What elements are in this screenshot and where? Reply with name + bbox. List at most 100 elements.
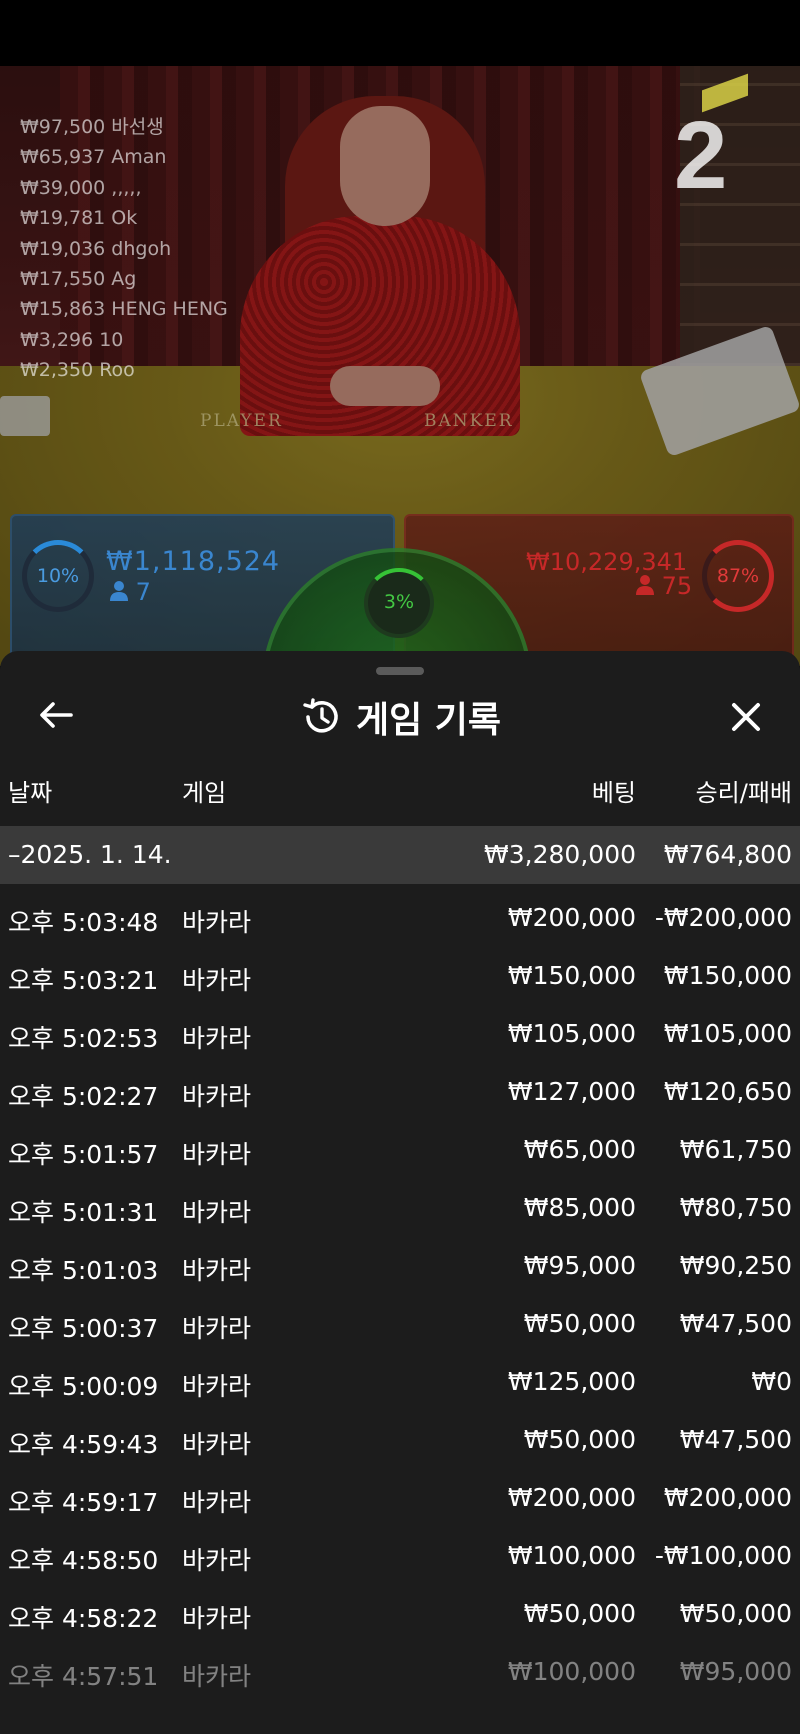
row-bet: ₩50,000	[523, 1599, 636, 1628]
game-history-sheet: 게임 기록 날짜 게임 베팅 승리/패배 –2025. 1. 14. ₩3,28…	[0, 651, 800, 1734]
row-time: 오후 4:57:51	[8, 1662, 159, 1691]
row-bet: ₩125,000	[507, 1367, 636, 1396]
tie-percent: 3%	[383, 591, 415, 613]
round-number: 2	[674, 102, 728, 209]
winner-name: Roo	[99, 359, 135, 382]
winner-amount: ₩19,036	[20, 237, 106, 260]
column-game: 게임	[182, 779, 227, 807]
winner-entry: ₩39,000,,,,,	[20, 173, 228, 203]
history-row[interactable]: 오후 5:00:37 바카라 ₩50,000 ₩47,500	[0, 1295, 800, 1353]
row-bet: ₩50,000	[523, 1309, 636, 1338]
winner-amount: ₩19,781	[20, 207, 106, 230]
recent-winners-list: ₩97,500 바선생 ₩65,937 Aman ₩39,000,,,,, ₩19,781…	[20, 112, 228, 386]
row-game: 바카라	[182, 1662, 252, 1691]
person-icon	[636, 575, 654, 595]
row-game: 바카라	[182, 1546, 252, 1575]
winner-entry: ₩19,781 Ok	[20, 203, 228, 233]
history-row[interactable]: 오후 4:58:50 바카라 ₩100,000 -₩100,000	[0, 1527, 800, 1585]
row-win-loss: ₩47,500	[679, 1425, 792, 1454]
row-bet: ₩127,000	[507, 1077, 636, 1106]
summary-date: –2025. 1. 14.	[8, 840, 172, 869]
row-win-loss: ₩50,000	[679, 1599, 792, 1628]
back-button[interactable]	[34, 693, 78, 737]
row-win-loss: -₩100,000	[654, 1541, 792, 1570]
row-game: 바카라	[182, 1372, 252, 1401]
row-game: 바카라	[182, 1604, 252, 1633]
winner-entry: ₩2,350 Roo	[20, 355, 228, 385]
history-row[interactable]: 오후 5:03:21 바카라 ₩150,000 ₩150,000	[0, 947, 800, 1005]
row-win-loss: ₩200,000	[663, 1483, 792, 1512]
arrow-left-icon	[40, 702, 73, 728]
row-win-loss: ₩47,500	[679, 1309, 792, 1338]
history-row[interactable]: 오후 5:01:31 바카라 ₩85,000 ₩80,750	[0, 1179, 800, 1237]
row-win-loss: ₩61,750	[679, 1135, 792, 1164]
row-time: 오후 5:03:21	[8, 966, 159, 995]
column-date: 날짜	[8, 779, 53, 807]
history-row[interactable]: 오후 5:03:48 바카라 ₩200,000 -₩200,000	[0, 889, 800, 947]
row-bet: ₩150,000	[507, 961, 636, 990]
row-game: 바카라	[182, 966, 252, 995]
winner-amount: ₩17,550	[20, 267, 106, 290]
winner-entry: ₩65,937 Aman	[20, 142, 228, 172]
history-row[interactable]: 오후 5:01:03 바카라 ₩95,000 ₩90,250	[0, 1237, 800, 1295]
close-button[interactable]	[722, 693, 770, 741]
banker-bettor-count-value: 75	[661, 572, 693, 600]
winner-name: Ag	[111, 267, 137, 290]
winner-entry: ₩17,550 Ag	[20, 264, 228, 294]
winner-name: ,,,,,	[111, 176, 142, 199]
history-row[interactable]: 오후 4:57:51 바카라 ₩100,000 ₩95,000	[0, 1643, 800, 1701]
row-time: 오후 4:59:17	[8, 1488, 159, 1517]
row-time: 오후 5:03:48	[8, 908, 159, 937]
row-game: 바카라	[182, 1256, 252, 1285]
banker-bettor-count: 75	[636, 572, 692, 600]
summary-bet-total: ₩3,280,000	[484, 840, 636, 869]
column-win-loss: 승리/패배	[695, 779, 792, 807]
winner-name: HENG HENG	[111, 298, 228, 321]
winner-amount: ₩15,863	[20, 298, 106, 321]
row-time: 오후 4:59:43	[8, 1430, 159, 1459]
winner-amount: ₩65,937	[20, 146, 106, 169]
winner-entry: ₩97,500 바선생	[20, 112, 228, 142]
history-row[interactable]: 오후 5:01:57 바카라 ₩65,000 ₩61,750	[0, 1121, 800, 1179]
row-time: 오후 4:58:22	[8, 1604, 159, 1633]
player-bettor-count: 7	[110, 578, 151, 606]
history-list: 오후 5:03:48 바카라 ₩200,000 -₩200,000 오후 5:03:21…	[0, 889, 800, 1701]
history-row[interactable]: 오후 4:59:43 바카라 ₩50,000 ₩47,500	[0, 1411, 800, 1469]
sheet-drag-handle[interactable]	[376, 667, 424, 675]
summary-win-loss-total: ₩764,800	[663, 840, 792, 869]
winner-name: 바선생	[111, 116, 164, 138]
row-game: 바카라	[182, 1024, 252, 1053]
winner-entry: ₩15,863 HENG HENG	[20, 294, 228, 324]
row-win-loss: ₩95,000	[679, 1657, 792, 1686]
row-game: 바카라	[182, 1488, 252, 1517]
history-row[interactable]: 오후 5:02:53 바카라 ₩105,000 ₩105,000	[0, 1005, 800, 1063]
history-row[interactable]: 오후 5:02:27 바카라 ₩127,000 ₩120,650	[0, 1063, 800, 1121]
history-row[interactable]: 오후 5:00:09 바카라 ₩125,000 ₩0	[0, 1353, 800, 1411]
banker-percent: 87%	[716, 565, 760, 587]
winner-name: 10	[99, 328, 124, 351]
history-row[interactable]: 오후 4:58:22 바카라 ₩50,000 ₩50,000	[0, 1585, 800, 1643]
winner-name: Aman	[111, 146, 167, 169]
person-icon	[110, 581, 128, 601]
row-win-loss: ₩0	[751, 1367, 792, 1396]
winner-amount: ₩3,296	[20, 328, 94, 351]
history-column-header: 날짜 게임 베팅 승리/패배	[0, 767, 800, 807]
row-win-loss: ₩80,750	[679, 1193, 792, 1222]
winner-amount: ₩97,500	[20, 116, 106, 138]
row-win-loss: ₩90,250	[679, 1251, 792, 1280]
winner-entry: ₩19,036 dhgoh	[20, 234, 228, 264]
row-bet: ₩105,000	[507, 1019, 636, 1048]
row-win-loss: ₩150,000	[663, 961, 792, 990]
column-bet: 베팅	[591, 779, 636, 807]
sheet-header: 게임 기록	[300, 693, 501, 741]
winner-amount: ₩2,350	[20, 359, 94, 382]
row-time: 오후 5:01:03	[8, 1256, 159, 1285]
winner-name: dhgoh	[111, 237, 172, 260]
date-group-summary[interactable]: –2025. 1. 14. ₩3,280,000 ₩764,800	[0, 826, 800, 884]
row-game: 바카라	[182, 908, 252, 937]
row-bet: ₩65,000	[523, 1135, 636, 1164]
winner-entry: ₩3,296 10	[20, 325, 228, 355]
row-time: 오후 4:58:50	[8, 1546, 159, 1575]
history-row[interactable]: 오후 4:59:17 바카라 ₩200,000 ₩200,000	[0, 1469, 800, 1527]
history-clock-icon	[303, 698, 338, 733]
